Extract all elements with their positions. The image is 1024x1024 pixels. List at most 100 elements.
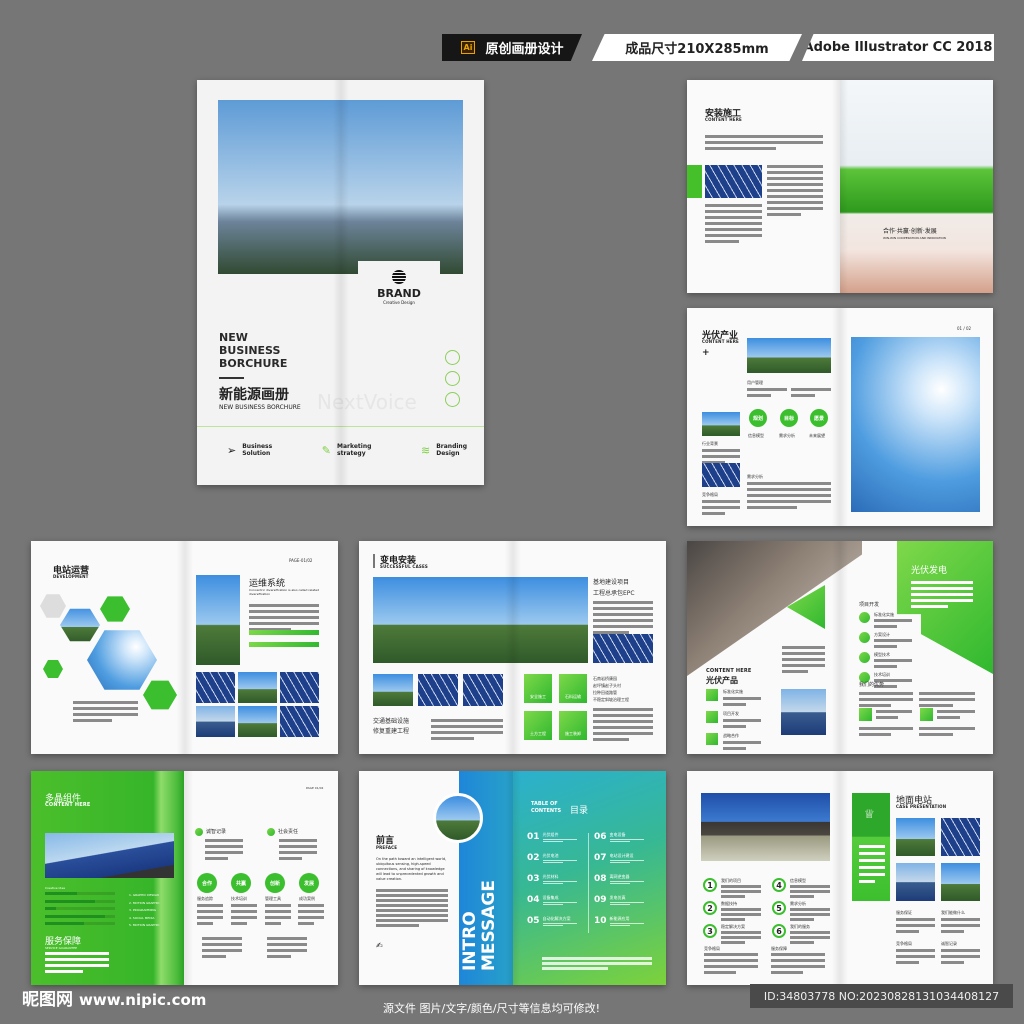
text-line [265, 916, 291, 919]
item-label: 方案设计 [874, 632, 890, 637]
text-line [376, 919, 448, 922]
text-line [298, 910, 324, 913]
toc-item[interactable]: 03 光伏材料 [527, 874, 586, 895]
photo [702, 463, 740, 487]
spread-ground-station: 1 我们的项目 2 数据技持 3 稳定解决方案 4 信息模型 5 需求分析 6 我们的服务 竞争格局 … [687, 771, 993, 985]
circle-win-win: 共赢 [231, 873, 251, 893]
tile-loading: 施工装卸 [559, 711, 587, 740]
text-block [702, 500, 740, 515]
cover-subtitle: NEW BUSINESS BORCHURE [219, 404, 301, 411]
text-line [941, 949, 980, 952]
text-line [782, 646, 825, 649]
text-line [941, 961, 965, 964]
features-row: ➢ Business Solution ✎ Marketing strategy ≋ Br… [227, 443, 467, 457]
text-line [279, 851, 317, 854]
toc-heading: TABLE OF CONTENTS [531, 801, 561, 815]
green-bar [249, 642, 319, 647]
text-line [782, 658, 825, 661]
text-line [205, 851, 243, 854]
circle-caption: 服务追踪 [197, 896, 213, 901]
toc-item[interactable]: 08 离网逆变器 [594, 874, 653, 895]
item-label: 信息模型 [790, 878, 806, 883]
toc-item[interactable]: 02 光伏电池 [527, 853, 586, 874]
text-line [874, 665, 897, 668]
toc-item[interactable]: 05 自动化解决方案 [527, 916, 586, 937]
number-badge: 5 [772, 901, 786, 915]
paper-plane-icon: ➢ [227, 443, 237, 457]
text-line [431, 737, 475, 740]
turbines-photo [747, 338, 831, 373]
text-line [705, 234, 762, 237]
toc-en: TABLE OF [531, 801, 558, 807]
text-line [231, 910, 257, 913]
text-line [859, 873, 885, 876]
section-label: 服务保障 [771, 946, 787, 951]
handshake-icon [706, 689, 718, 701]
section-label: 竞争格局 [704, 946, 720, 951]
section-desc: Concentric diversification is also calle… [249, 588, 319, 596]
text-block [593, 708, 653, 741]
text-block [859, 845, 885, 883]
text-block [593, 601, 653, 634]
text-block [542, 902, 577, 905]
logo-url[interactable]: www.nipic.com [79, 991, 206, 1009]
text-line [896, 961, 920, 964]
text-block [790, 931, 830, 944]
text-line [702, 506, 740, 509]
text-block [542, 923, 577, 926]
tag-software: Adobe Illustrator CC 2018 [802, 34, 994, 61]
toc-item[interactable]: 10 新能源应用 [594, 916, 653, 937]
text-line [705, 216, 762, 219]
text-line [771, 971, 804, 974]
text-block [747, 388, 787, 397]
text-line [723, 719, 761, 722]
text-line [896, 949, 935, 952]
tile-label: 安全施工 [530, 694, 546, 699]
text-line [45, 964, 109, 967]
toc-label: 发电仿真 [609, 895, 626, 900]
text-line [431, 719, 503, 722]
numbered-item: 3 稳定解决方案 [703, 924, 764, 947]
text-line [859, 692, 913, 695]
text-line [911, 593, 973, 596]
numbered-item: 1 我们的项目 [703, 878, 764, 901]
number-badge: 1 [703, 878, 717, 892]
item-label: 数据技持 [721, 901, 737, 906]
text-line [771, 959, 825, 962]
bottom-title: 交通基础设施 [373, 718, 410, 725]
text-line [702, 455, 740, 458]
text-block [767, 165, 823, 216]
text-block [790, 908, 830, 921]
item: 项目开发 [706, 711, 761, 728]
toc-label: 自动化解决方案 [542, 916, 571, 921]
toc-label: 变电设备 [609, 832, 626, 837]
photo [418, 674, 458, 706]
text-line [859, 852, 885, 855]
list-item: 5. MOTION GRAPHIC [129, 923, 160, 927]
text-block [205, 839, 243, 860]
text-line [919, 733, 953, 736]
text-line [197, 904, 223, 907]
text-line [267, 943, 307, 946]
charging-hand-photo [687, 541, 862, 676]
item-label: 我们的项目 [721, 878, 741, 883]
text-line [298, 922, 314, 925]
text-block [791, 388, 831, 397]
toc-item[interactable]: 07 电站设计建设 [594, 853, 653, 874]
text-block [941, 918, 980, 933]
toc-item[interactable]: 09 发电仿真 [594, 895, 653, 916]
text-line [431, 725, 503, 728]
right-items: 标准化实施 方案设计 模型技术 技术培训 [859, 612, 912, 688]
item-label: 模型技术 [874, 652, 890, 657]
text-line [941, 955, 980, 958]
toc-item[interactable]: 04 设备集成 [527, 895, 586, 916]
spread-subtitle: SUCCESSFUL CASES [380, 564, 428, 569]
toc-item[interactable]: 06 变电设备 [594, 832, 653, 853]
responsibility-icon [267, 828, 275, 836]
text-line [747, 488, 831, 491]
text-line [876, 716, 898, 719]
spread-title: 光伏发电 [911, 566, 948, 576]
text-line [265, 922, 281, 925]
cover-page: BRAND Creative Design NEW BUSINESS BORCH… [197, 80, 484, 485]
toc-item[interactable]: 01 光伏组件 [527, 832, 586, 853]
